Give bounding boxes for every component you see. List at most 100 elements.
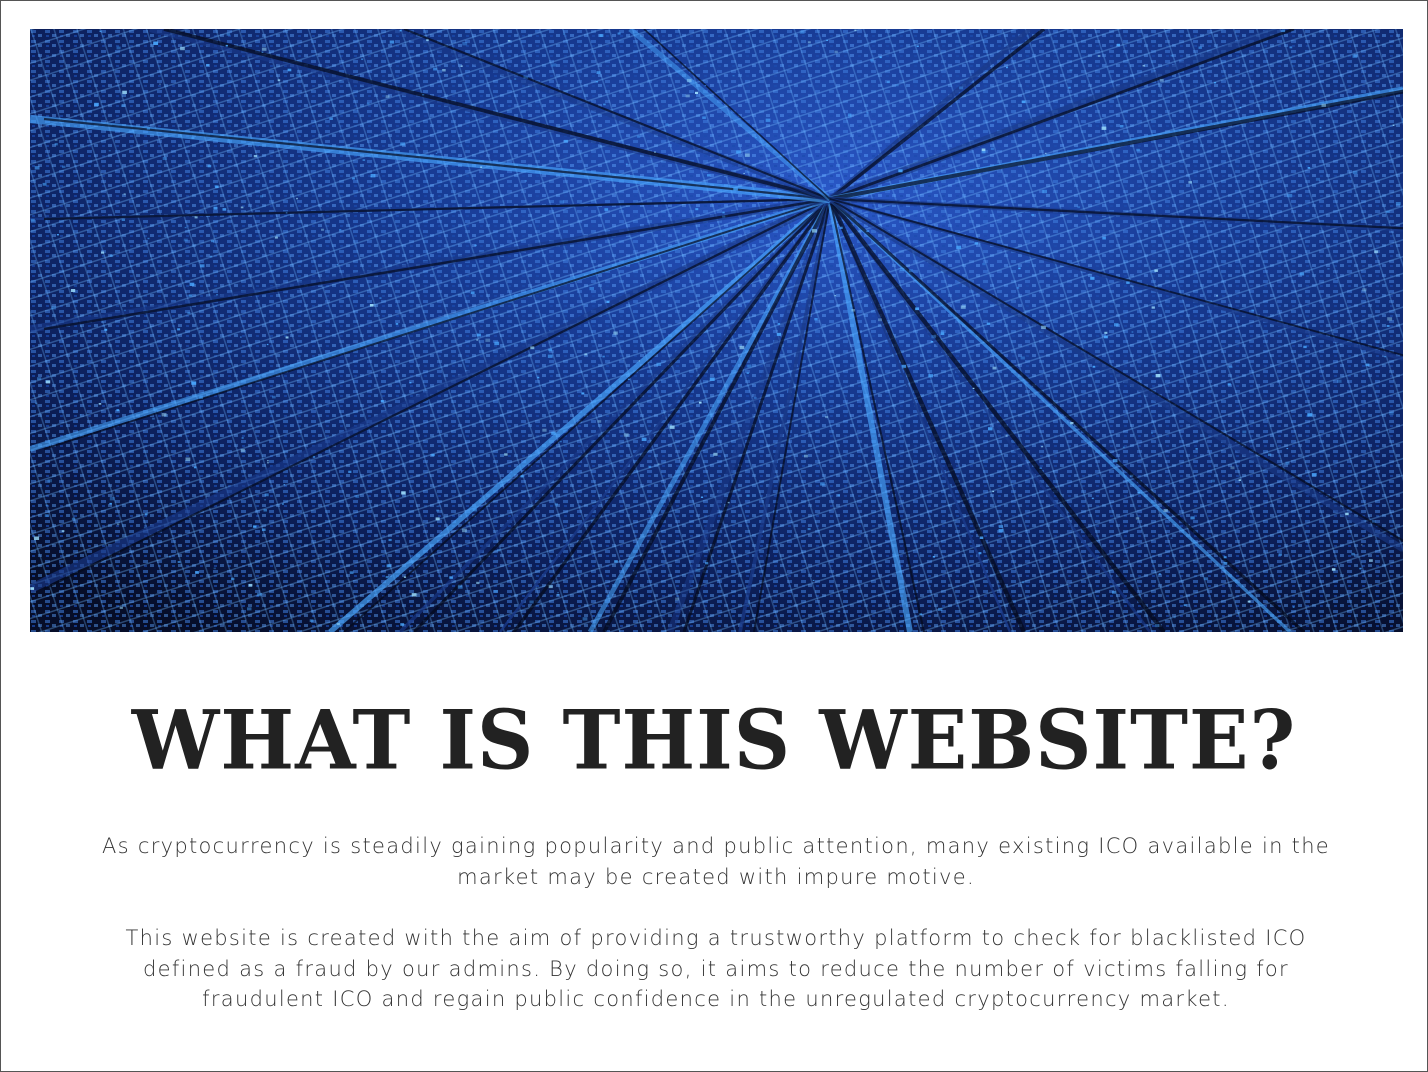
- light-dot: [144, 513, 148, 516]
- light-dot: [1092, 365, 1096, 368]
- light-dot: [47, 479, 52, 483]
- light-dot: [765, 118, 771, 122]
- light-dot: [557, 592, 559, 594]
- light-dot: [879, 56, 882, 59]
- light-dot: [932, 556, 936, 558]
- light-dot: [241, 437, 244, 439]
- light-dot: [1155, 374, 1161, 378]
- light-dot: [804, 454, 808, 458]
- light-dot: [930, 341, 933, 343]
- light-dot: [474, 244, 477, 247]
- light-dot: [1237, 613, 1240, 615]
- light-dot: [736, 150, 741, 154]
- light-dot: [981, 148, 986, 152]
- light-dot: [1227, 383, 1231, 386]
- light-dot: [1319, 127, 1322, 129]
- light-dot: [44, 514, 49, 517]
- light-dot: [870, 59, 874, 62]
- light-dot: [1135, 517, 1140, 520]
- light-dot: [901, 364, 906, 368]
- light-dot: [1216, 295, 1218, 297]
- light-dot: [982, 262, 986, 266]
- light-dot: [70, 289, 76, 292]
- light-dot: [122, 90, 127, 94]
- light-dot: [476, 581, 480, 585]
- light-dot: [1104, 331, 1108, 334]
- light-dot: [1190, 516, 1195, 520]
- light-dot: [180, 46, 185, 51]
- light-dot: [1214, 82, 1217, 84]
- light-dot: [959, 86, 964, 90]
- light-dot: [379, 297, 382, 299]
- light-dot: [604, 208, 609, 211]
- light-dot: [990, 147, 994, 150]
- page-frame: WHAT IS THIS WEBSITE? As cryptocurrency …: [0, 0, 1428, 1072]
- light-dot: [654, 151, 656, 153]
- light-dot: [1307, 167, 1311, 169]
- light-dot: [285, 336, 289, 339]
- light-dot: [184, 226, 187, 229]
- light-dot: [403, 576, 407, 578]
- purpose-paragraph: This website is created with the aim of …: [125, 926, 1307, 1011]
- light-dot: [1286, 448, 1289, 450]
- light-dot: [263, 509, 267, 512]
- light-dot: [336, 264, 339, 266]
- light-dot: [369, 304, 374, 307]
- light-dot: [161, 413, 167, 417]
- light-dot: [732, 75, 735, 77]
- light-dot: [685, 94, 690, 98]
- light-dot: [362, 159, 366, 161]
- light-dot: [267, 462, 269, 464]
- light-dot: [1188, 181, 1192, 184]
- light-dot: [207, 164, 212, 168]
- light-dot: [611, 238, 614, 240]
- light-dot: [709, 377, 715, 381]
- light-dot: [1155, 624, 1160, 628]
- light-dot: [370, 174, 376, 178]
- light-dot: [121, 218, 125, 221]
- light-dot: [1204, 577, 1209, 581]
- light-dot: [1126, 281, 1130, 284]
- light-dot: [1173, 616, 1176, 619]
- light-dot: [215, 185, 219, 188]
- light-dot: [548, 110, 551, 113]
- light-dot: [247, 607, 252, 611]
- light-dot: [1238, 479, 1241, 481]
- light-dot: [812, 229, 817, 233]
- light-dot: [589, 287, 594, 291]
- light-dot: [979, 536, 984, 539]
- light-dot: [851, 309, 855, 312]
- light-dot: [436, 509, 439, 512]
- light-dot: [988, 427, 993, 431]
- light-dot: [98, 403, 102, 405]
- light-dot: [380, 400, 384, 403]
- light-dot: [563, 33, 566, 35]
- light-dot: [1376, 341, 1380, 344]
- light-dot: [753, 396, 757, 399]
- light-dot: [476, 333, 481, 337]
- light-dot: [1069, 69, 1073, 72]
- light-dot: [449, 576, 453, 579]
- light-dot: [602, 355, 605, 358]
- light-dot: [695, 208, 699, 211]
- light-dot: [1351, 552, 1355, 556]
- light-dot: [480, 166, 483, 168]
- light-dot: [1369, 559, 1373, 562]
- light-dot: [109, 497, 115, 501]
- light-dot: [361, 58, 364, 60]
- light-dot: [195, 571, 199, 574]
- light-dot: [1311, 473, 1317, 477]
- light-dot: [931, 335, 936, 339]
- light-dot: [1195, 448, 1198, 450]
- light-dot: [702, 116, 706, 119]
- light-dot: [1021, 581, 1025, 584]
- light-dot: [411, 593, 417, 597]
- light-dot: [409, 382, 412, 384]
- light-dot: [1267, 453, 1272, 456]
- light-dot: [54, 143, 58, 146]
- light-dot: [496, 549, 501, 552]
- light-dot: [657, 463, 660, 465]
- light-dot: [547, 354, 553, 358]
- light-dot: [199, 396, 203, 399]
- light-dot: [895, 84, 899, 87]
